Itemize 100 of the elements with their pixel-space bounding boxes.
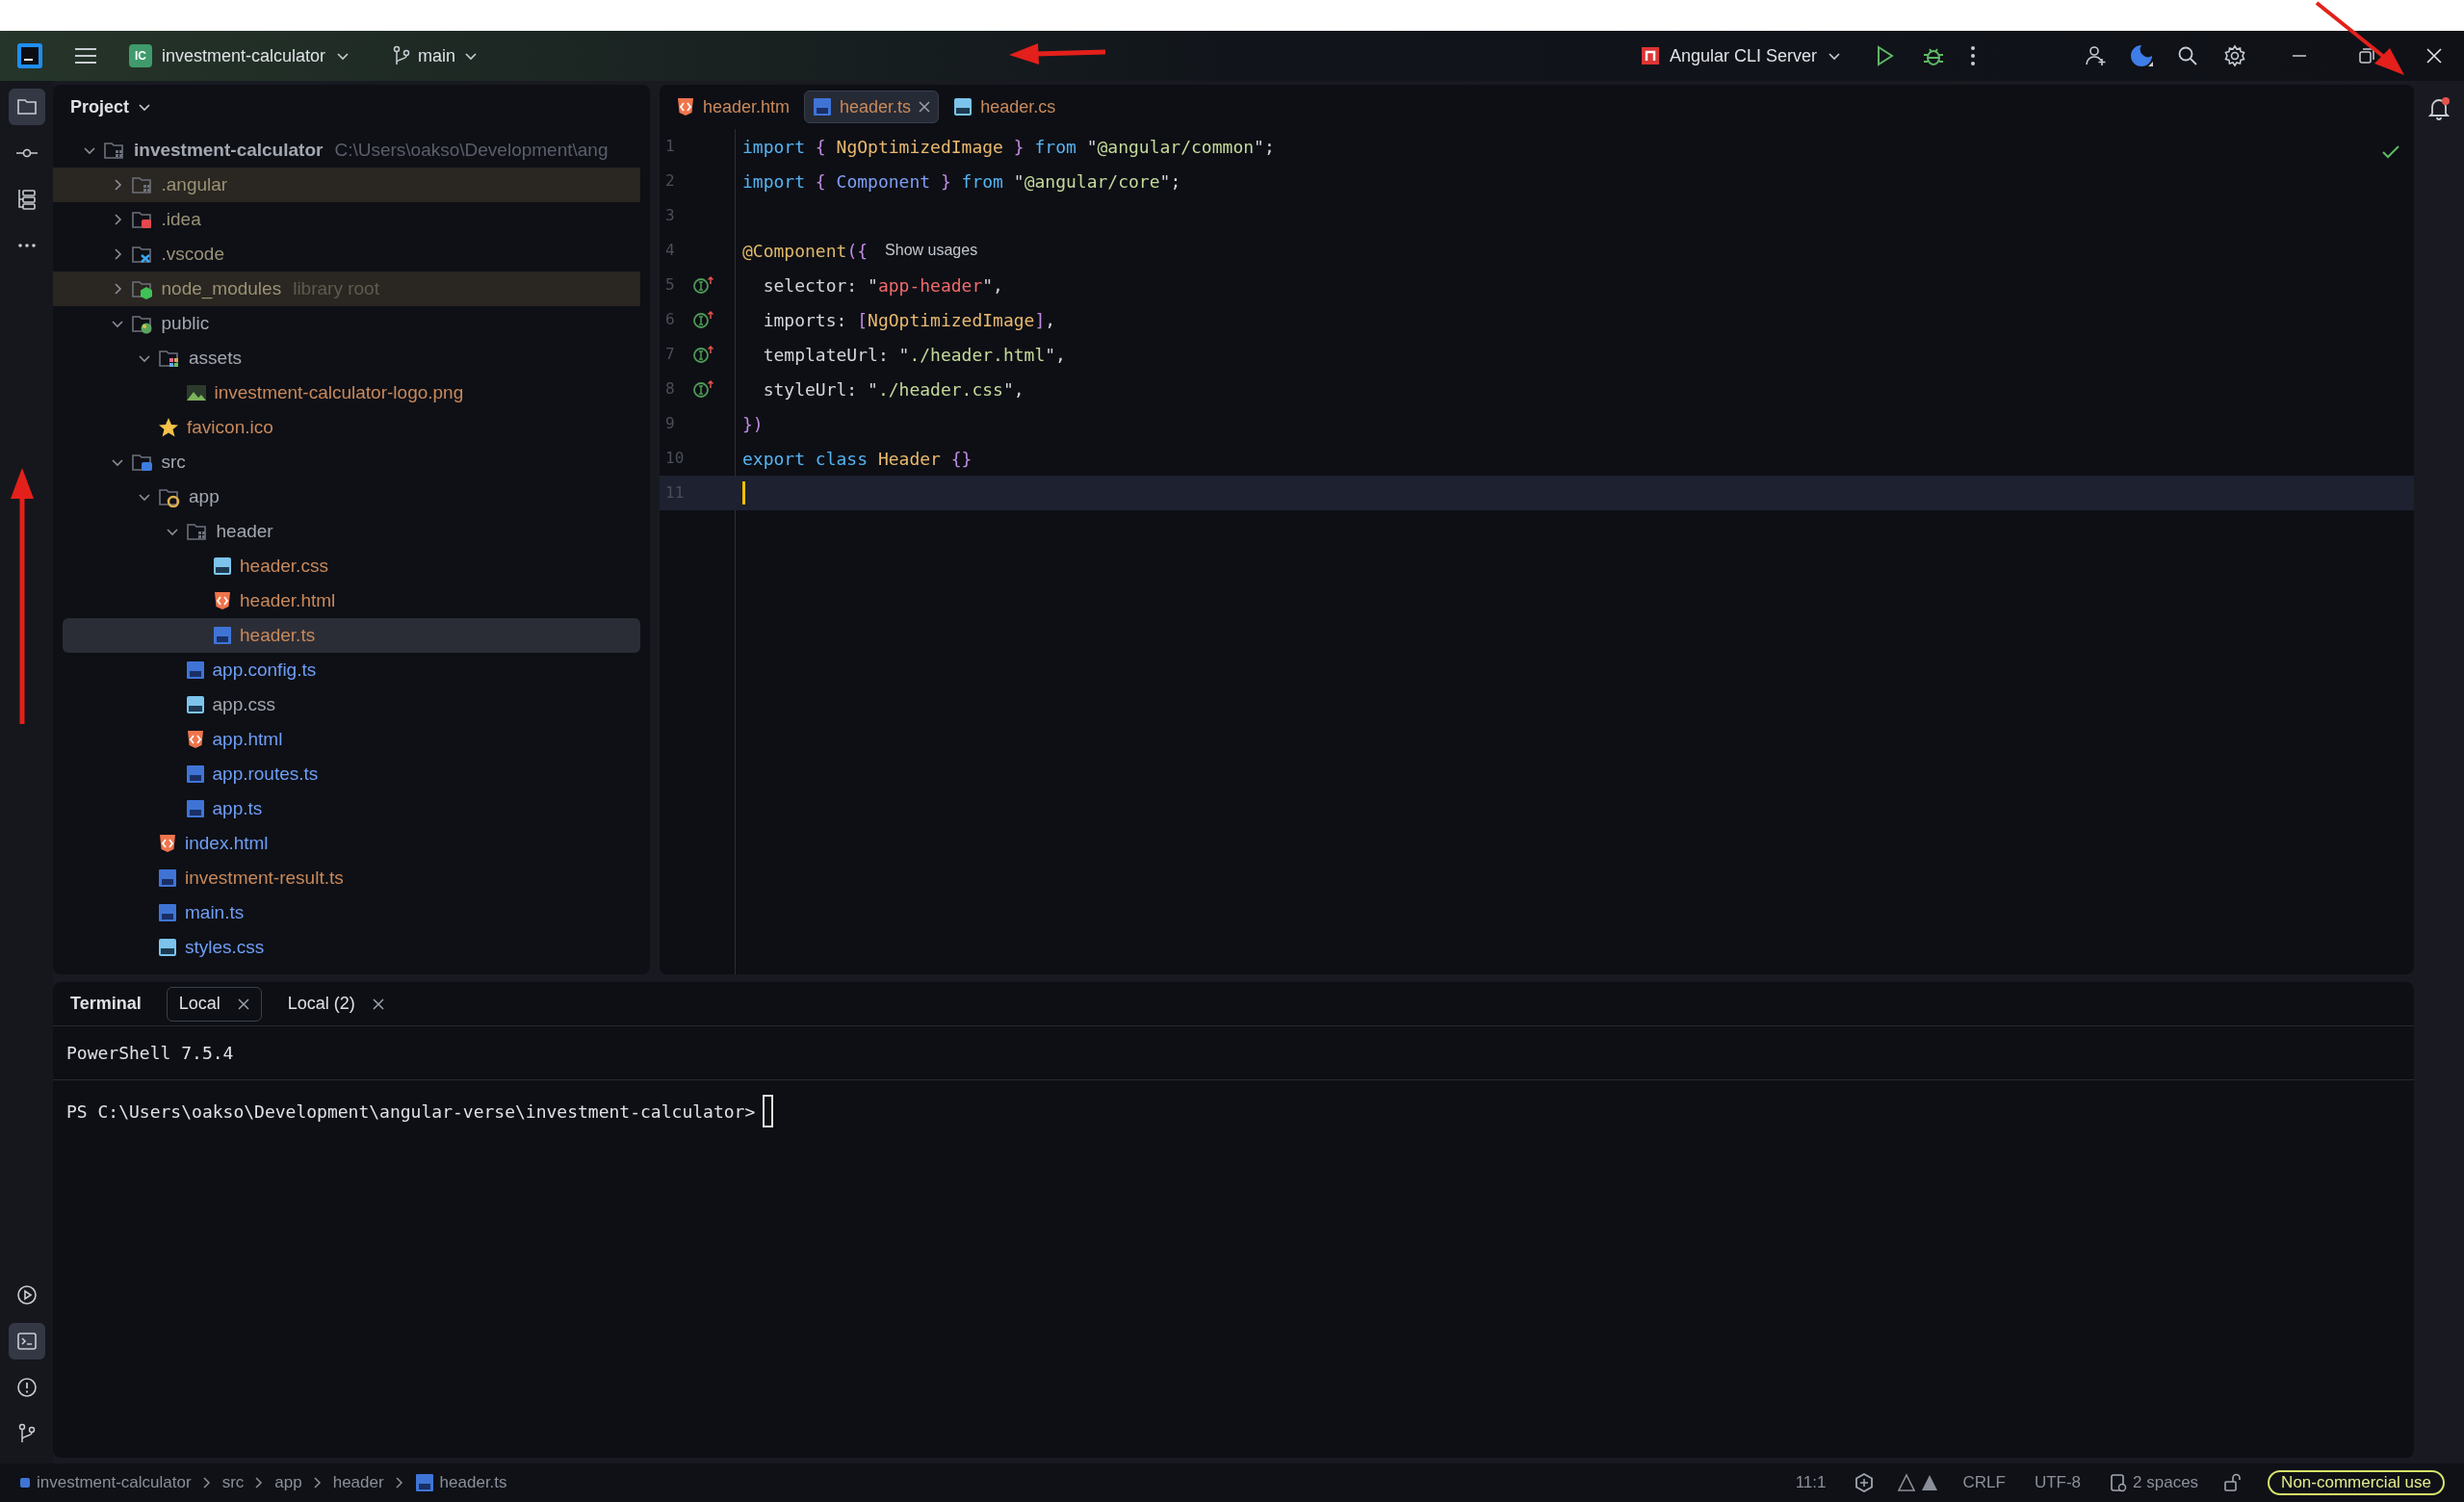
run-configuration-name: Angular CLI Server [1669, 44, 1817, 67]
project-selector[interactable]: IC investment-calculator [125, 37, 355, 75]
tree-item-label: app.html [212, 727, 283, 751]
code-line: @Component({ [742, 239, 869, 263]
editor-tab[interactable]: header.htm [667, 91, 799, 123]
tree-item[interactable]: app.config.ts [53, 653, 640, 687]
tree-item[interactable]: .angular [53, 168, 640, 202]
chevron-right-icon [200, 1476, 213, 1489]
line-number: 10 [665, 448, 686, 469]
tree-item-label: index.html [185, 831, 269, 855]
show-usages-link[interactable]: Show usages [885, 239, 978, 262]
tree-item-label: main.ts [185, 900, 245, 924]
tree-item[interactable]: header [53, 514, 640, 549]
implements-icon[interactable] [692, 345, 715, 364]
license-badge[interactable]: Non-commercial use [2268, 1470, 2445, 1495]
add-user-icon[interactable] [2085, 44, 2108, 67]
editor-tab[interactable]: header.cs [945, 91, 1065, 123]
folder-icon [130, 244, 154, 265]
tree-item-label: investment-result.ts [185, 866, 344, 890]
branch-selector[interactable]: main [389, 37, 483, 75]
warning-icons[interactable] [1897, 1473, 1940, 1492]
editor-tab[interactable]: header.ts [804, 91, 940, 123]
ts-file-icon [185, 799, 205, 818]
css-file-icon [185, 695, 205, 714]
breadcrumb[interactable]: app [274, 1470, 302, 1495]
menu-icon[interactable] [73, 45, 98, 66]
tree-item[interactable]: .idea [53, 202, 640, 237]
css-file-icon [158, 938, 177, 957]
notifications-icon[interactable] [2427, 96, 2451, 121]
project-view-title[interactable]: Project [70, 93, 153, 120]
file-encoding[interactable]: UTF-8 [2034, 1470, 2082, 1495]
branch-name: main [418, 44, 456, 67]
tree-item-label: public [161, 311, 210, 335]
line-number: 8 [665, 378, 676, 400]
tree-item[interactable]: src [53, 445, 640, 479]
tree-item[interactable]: header.css [53, 549, 640, 583]
tree-item-label: app.config.ts [212, 658, 317, 682]
lock-icon[interactable] [2223, 1473, 2244, 1492]
tree-item[interactable]: public [53, 306, 640, 341]
folder-tool-button[interactable] [8, 89, 45, 125]
folder-icon [130, 313, 154, 334]
restore-icon[interactable] [2358, 47, 2375, 65]
app-logo-icon[interactable] [17, 43, 42, 68]
tree-item[interactable]: investment-calculator-logo.png [53, 376, 640, 410]
tree-item[interactable]: index.html [53, 826, 640, 861]
run-configuration-selector[interactable]: Angular CLI Server [1636, 37, 1846, 75]
tree-item-label: .vscode [161, 242, 224, 266]
folder-icon [158, 348, 181, 369]
breadcrumb[interactable]: header.ts [414, 1470, 507, 1495]
line-number: 9 [665, 413, 676, 434]
tree-item-label: header [216, 519, 273, 543]
tree-item[interactable]: header.ts [63, 618, 640, 653]
tree-item-label: header.css [240, 554, 328, 578]
caret-position[interactable]: 11:1 [1795, 1470, 1827, 1495]
crescent-icon[interactable] [2129, 43, 2154, 68]
tree-item-label: assets [189, 346, 242, 370]
hexagon-icon[interactable] [1854, 1473, 1875, 1492]
code-line: import { NgOptimizedImage } from "@angular/common"; [742, 135, 1275, 159]
terminal-cursor [763, 1095, 774, 1127]
close-icon[interactable] [372, 997, 384, 1010]
implements-icon[interactable] [692, 379, 715, 399]
terminal-tab[interactable]: Local [166, 986, 262, 1022]
html-file-icon [185, 730, 205, 749]
implements-icon[interactable] [692, 275, 715, 295]
tree-item-label: app [189, 484, 220, 508]
more-icon [17, 244, 36, 247]
line-separator[interactable]: CRLF [1962, 1470, 2006, 1495]
breadcrumb[interactable]: investment-calculator [19, 1470, 192, 1495]
tree-item[interactable]: investment-result.ts [53, 861, 640, 895]
folder-icon [130, 174, 154, 195]
tree-item[interactable]: app [53, 479, 640, 514]
tree-item[interactable]: app.html [53, 722, 640, 757]
tree-item[interactable]: styles.css [53, 930, 640, 965]
tree-item[interactable]: app.css [53, 687, 640, 722]
tree-item[interactable]: header.html [53, 583, 640, 618]
ts-file-icon [213, 626, 232, 645]
more-icon[interactable] [1969, 45, 1977, 66]
folder-icon [130, 209, 154, 230]
html-file-icon [158, 834, 177, 853]
tree-item[interactable]: favicon.ico [53, 410, 640, 445]
tree-item-label: src [161, 450, 186, 474]
terminal-tab[interactable]: Local (2) [274, 986, 397, 1022]
breadcrumb[interactable]: src [221, 1470, 245, 1495]
tree-item[interactable]: main.ts [53, 895, 640, 930]
css-file-icon [953, 97, 973, 117]
tree-item[interactable]: app.routes.ts [53, 757, 640, 791]
implements-icon[interactable] [692, 310, 715, 329]
settings-icon[interactable] [2223, 44, 2246, 67]
search-icon[interactable] [2177, 45, 2198, 66]
tree-item[interactable]: app.ts [53, 791, 640, 826]
breadcrumb[interactable]: header [332, 1470, 384, 1495]
terminal-tool-button[interactable] [8, 1323, 45, 1360]
tree-item[interactable]: investment-calculator C:\Users\oakso\Development\ang [53, 133, 640, 168]
terminal-output: PowerShell 7.5.4 [66, 1042, 234, 1065]
css-file-icon [213, 557, 232, 576]
tree-item[interactable]: .vscode [53, 237, 640, 272]
indent-setting[interactable]: 2 spaces [2110, 1470, 2199, 1495]
terminal-title: Terminal [70, 993, 142, 1015]
close-icon[interactable] [237, 997, 249, 1010]
tree-item[interactable]: assets [53, 341, 640, 376]
